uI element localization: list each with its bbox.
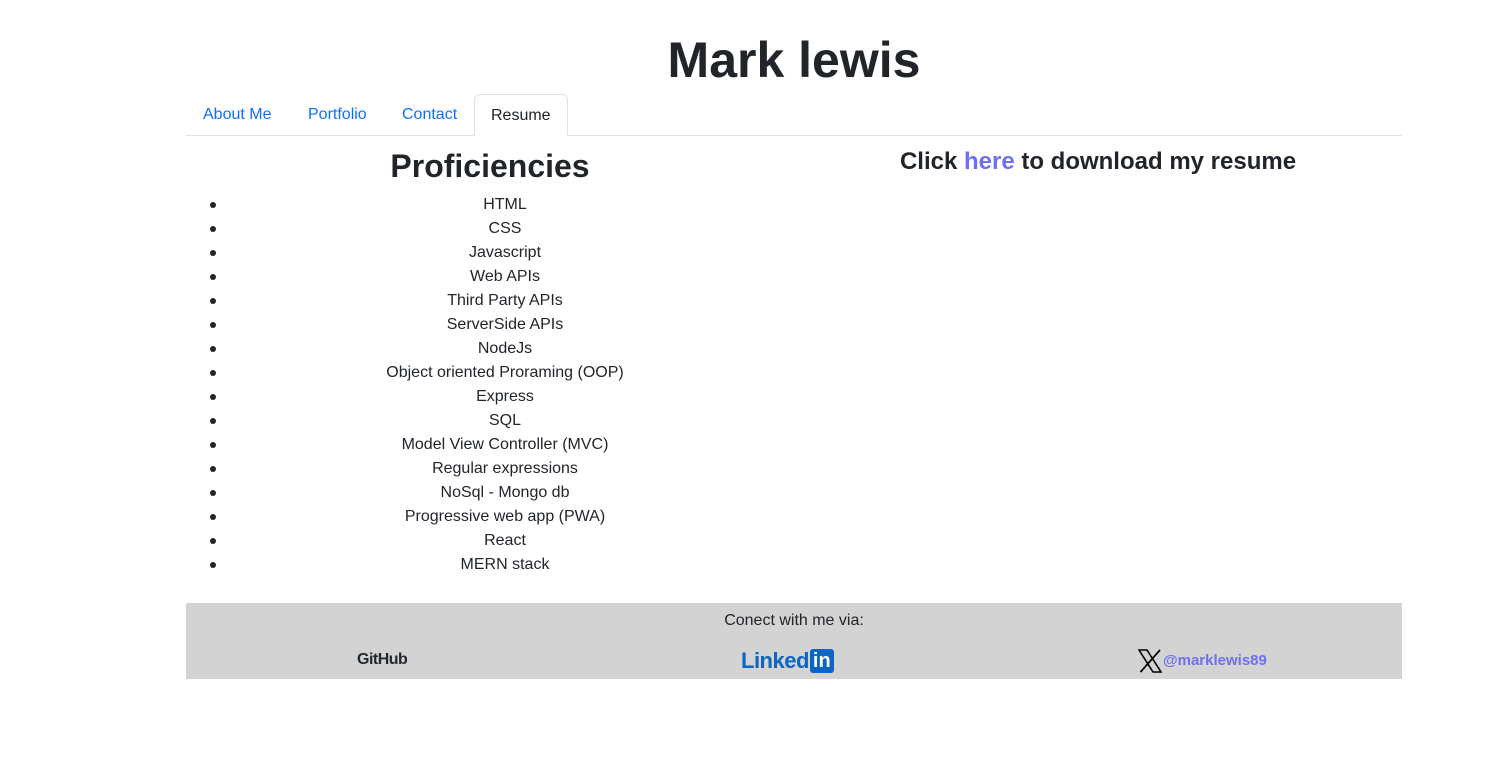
bullet-icon: [210, 418, 216, 424]
proficiency-item: NodeJs: [186, 337, 794, 361]
proficiencies-title: Proficiencies: [390, 148, 590, 184]
site-title: Mark lewis: [667, 32, 921, 88]
x-twitter-link[interactable]: @marklewis89: [1137, 648, 1267, 676]
tab-resume[interactable]: Resume: [474, 94, 568, 136]
nav-tabs: About Me Portfolio Contact Resume: [186, 94, 1402, 136]
bullet-icon: [210, 442, 216, 448]
proficiency-label: HTML: [483, 196, 527, 213]
bullet-icon: [210, 490, 216, 496]
resume-suffix: to download my resume: [1014, 148, 1297, 175]
proficiency-item: Third Party APIs: [186, 289, 794, 313]
proficiency-label: Javascript: [468, 244, 542, 261]
proficiency-item: MERN stack: [186, 553, 794, 577]
x-handle: @marklewis89: [1163, 652, 1267, 669]
github-link[interactable]: GitHub: [357, 651, 408, 669]
proficiency-label: Model View Controller (MVC): [401, 436, 609, 453]
footer: Conect with me via: GitHub Linked in @mar…: [186, 603, 1402, 679]
proficiency-label: SQL: [488, 412, 521, 429]
proficiency-item: Regular expressions: [186, 457, 794, 481]
proficiency-item: ServerSide APIs: [186, 313, 794, 337]
proficiency-label: CSS: [488, 220, 522, 237]
proficiency-label: MERN stack: [460, 556, 550, 573]
bullet-icon: [210, 394, 216, 400]
github-logo-icon: GitHub: [357, 651, 408, 668]
tab-contact[interactable]: Contact: [386, 94, 473, 135]
bullet-icon: [210, 322, 216, 328]
proficiency-label: Web APIs: [470, 268, 540, 285]
tab-about-me[interactable]: About Me: [187, 94, 287, 135]
proficiency-label: Progressive web app (PWA): [404, 508, 606, 525]
proficiency-item: HTML: [186, 193, 794, 217]
proficiency-item: Model View Controller (MVC): [186, 433, 794, 457]
proficiency-item: Object oriented Proraming (OOP): [186, 361, 794, 385]
linkedin-logo-icon: in: [809, 649, 834, 673]
bullet-icon: [210, 298, 216, 304]
proficiency-item: React: [186, 529, 794, 553]
footer-connect-text: Conect with me via:: [724, 612, 864, 629]
tab-portfolio[interactable]: Portfolio: [292, 94, 383, 135]
proficiency-label: NoSql - Mongo db: [440, 484, 570, 501]
linkedin-logo-text: Linked: [741, 648, 809, 673]
bullet-icon: [210, 466, 216, 472]
bullet-icon: [210, 226, 216, 232]
proficiency-item: Progressive web app (PWA): [186, 505, 794, 529]
proficiency-label: Regular expressions: [432, 460, 578, 477]
proficiency-item: CSS: [186, 217, 794, 241]
bullet-icon: [210, 562, 216, 568]
proficiency-label: NodeJs: [477, 340, 533, 357]
bullet-icon: [210, 370, 216, 376]
x-logo-icon: [1137, 648, 1163, 674]
bullet-icon: [210, 538, 216, 544]
proficiency-label: React: [484, 532, 526, 549]
proficiency-label: Third Party APIs: [447, 292, 563, 309]
proficiency-item: Express: [186, 385, 794, 409]
proficiency-label: ServerSide APIs: [446, 316, 564, 333]
bullet-icon: [210, 274, 216, 280]
proficiency-item: Javascript: [186, 241, 794, 265]
proficiency-item: NoSql - Mongo db: [186, 481, 794, 505]
bullet-icon: [210, 346, 216, 352]
linkedin-link[interactable]: Linked in: [741, 648, 834, 674]
resume-prefix: Click: [899, 148, 964, 175]
resume-download-link[interactable]: here: [964, 148, 1015, 175]
bullet-icon: [210, 514, 216, 520]
proficiency-label: Express: [476, 388, 534, 405]
proficiencies-list: HTML CSS Javascript Web APIs Third Party API…: [186, 193, 794, 577]
proficiency-label: Object oriented Proraming (OOP): [386, 364, 624, 381]
proficiency-item: SQL: [186, 409, 794, 433]
resume-download-text: Click here to download my resume: [794, 147, 1402, 177]
bullet-icon: [210, 250, 216, 256]
proficiency-item: Web APIs: [186, 265, 794, 289]
bullet-icon: [210, 202, 216, 208]
